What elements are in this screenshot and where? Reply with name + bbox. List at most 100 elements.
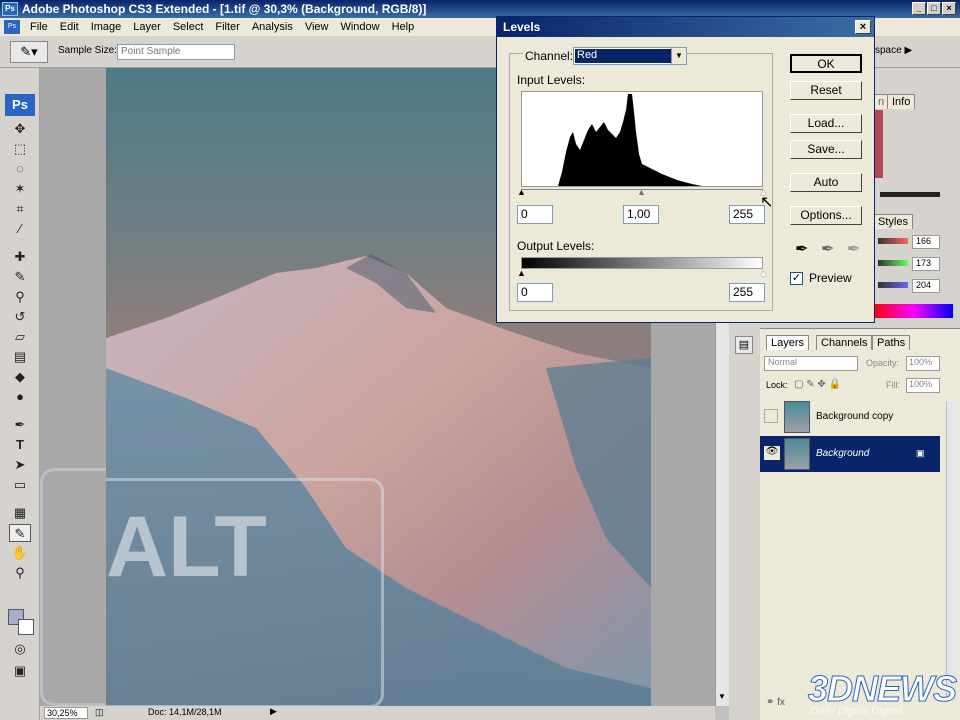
crop-tool-icon[interactable]: ⌗ xyxy=(9,200,31,218)
output-black-field[interactable]: 0 xyxy=(517,283,553,302)
scroll-down-icon[interactable]: ▼ xyxy=(718,692,726,701)
tab-info[interactable]: Info xyxy=(887,94,916,109)
maximize-button[interactable]: □ xyxy=(927,2,941,15)
watermark-subtitle: Daily Digital Digest xyxy=(810,705,903,717)
mouse-cursor-icon: ↖ xyxy=(760,194,774,211)
menu-layer[interactable]: Layer xyxy=(127,21,167,33)
menu-window[interactable]: Window xyxy=(334,21,385,33)
zoom-field[interactable]: 30,25% xyxy=(44,707,88,719)
tab-channels[interactable]: Channels xyxy=(816,335,873,350)
eraser-tool-icon[interactable]: ▱ xyxy=(9,328,31,346)
input-black-point-handle[interactable]: ▲ xyxy=(517,187,526,197)
blue-value[interactable]: 204 xyxy=(912,279,940,293)
minimize-button[interactable]: _ xyxy=(912,2,926,15)
fill-label: Fill: xyxy=(886,380,900,390)
quick-mask-icon[interactable]: ◎ xyxy=(9,640,31,658)
white-eyedropper-icon[interactable]: ✒ xyxy=(847,239,860,259)
clone-stamp-tool-icon[interactable]: ⚲ xyxy=(9,288,31,306)
eyedropper-tool-icon[interactable]: ✎ xyxy=(9,524,31,542)
black-eyedropper-icon[interactable]: ✒ xyxy=(795,239,808,259)
channel-select[interactable]: Red ▼ xyxy=(573,47,687,65)
slice-tool-icon[interactable]: ∕ xyxy=(9,220,31,238)
eye-icon[interactable]: 👁 xyxy=(764,446,780,460)
menu-image[interactable]: Image xyxy=(85,21,128,33)
menu-select[interactable]: Select xyxy=(167,21,210,33)
blur-tool-icon[interactable]: ◆ xyxy=(9,368,31,386)
tab-layers[interactable]: Layers xyxy=(766,335,810,350)
menu-help[interactable]: Help xyxy=(386,21,421,33)
lock-label: Lock: xyxy=(766,380,788,390)
pen-tool-icon[interactable]: ✒ xyxy=(9,416,31,434)
status-menu-arrow-icon[interactable]: ▶ xyxy=(270,706,277,717)
magic-wand-tool-icon[interactable]: ✶ xyxy=(9,180,31,198)
preview-checkbox[interactable]: ✓ xyxy=(790,272,803,285)
type-tool-icon[interactable]: T xyxy=(9,436,31,454)
blue-slider[interactable] xyxy=(878,282,908,288)
red-value[interactable]: 166 xyxy=(912,235,940,249)
menu-edit[interactable]: Edit xyxy=(54,21,85,33)
chevron-down-icon[interactable]: ▼ xyxy=(671,48,686,64)
tab-paths[interactable]: Paths xyxy=(872,335,911,350)
background-color-swatch[interactable] xyxy=(18,619,34,635)
healing-brush-tool-icon[interactable]: ✚ xyxy=(9,248,31,266)
output-black-handle[interactable]: ▲ xyxy=(517,268,526,278)
lasso-tool-icon[interactable]: ◌ xyxy=(9,160,31,178)
history-brush-tool-icon[interactable]: ↺ xyxy=(9,308,31,326)
output-levels-label: Output Levels: xyxy=(517,239,595,253)
red-slider[interactable] xyxy=(878,238,908,244)
auto-button[interactable]: Auto xyxy=(790,173,862,192)
layers-scrollbar[interactable] xyxy=(946,401,958,701)
path-selection-tool-icon[interactable]: ➤ xyxy=(9,456,31,474)
hand-tool-icon[interactable]: ✋ xyxy=(9,544,31,562)
menu-filter[interactable]: Filter xyxy=(209,21,245,33)
color-ramp[interactable] xyxy=(873,304,953,318)
move-tool-icon[interactable]: ✥ xyxy=(9,120,31,138)
save-button[interactable]: Save... xyxy=(790,140,862,159)
notes-tool-icon[interactable]: ▦ xyxy=(9,504,31,522)
input-gamma-handle[interactable]: ▲ xyxy=(637,187,646,197)
gray-eyedropper-icon[interactable]: ✒ xyxy=(821,239,834,259)
layer-thumbnail xyxy=(784,401,810,433)
gradient-tool-icon[interactable]: ▤ xyxy=(9,348,31,366)
opacity-field[interactable]: 100% xyxy=(906,356,940,371)
navigator-zoom-slider[interactable] xyxy=(880,192,940,197)
ok-button[interactable]: OK xyxy=(790,54,862,73)
green-value[interactable]: 173 xyxy=(912,257,940,271)
shape-tool-icon[interactable]: ▭ xyxy=(9,476,31,494)
output-white-handle[interactable]: ▲ xyxy=(759,268,768,278)
screen-mode-icon[interactable]: ▣ xyxy=(9,662,31,680)
dodge-tool-icon[interactable]: ● xyxy=(9,388,31,406)
input-black-field[interactable]: 0 xyxy=(517,205,553,224)
menu-view[interactable]: View xyxy=(299,21,335,33)
workspace-button[interactable]: space ▶ xyxy=(875,45,912,56)
zoom-tool-icon[interactable]: ⚲ xyxy=(9,564,31,582)
dialog-close-button[interactable]: × xyxy=(855,20,871,34)
options-button[interactable]: Options... xyxy=(790,206,862,225)
brush-tool-icon[interactable]: ✎ xyxy=(9,268,31,286)
input-gamma-field[interactable]: 1,00 xyxy=(623,205,659,224)
visibility-toggle[interactable] xyxy=(764,409,778,423)
output-white-field[interactable]: 255 xyxy=(729,283,765,302)
link-layers-icon[interactable]: ⚭ fx xyxy=(766,697,785,708)
channel-value: Red xyxy=(575,49,671,63)
layers-panel: Layers Channels Paths Normal Opacity: 10… xyxy=(760,328,960,720)
status-icon[interactable]: ◫ xyxy=(95,707,104,718)
layer-row-selected[interactable]: 👁 Background ▣ xyxy=(760,436,940,472)
green-slider[interactable] xyxy=(878,260,908,266)
dock-panel-icon[interactable]: ▤ xyxy=(735,336,753,354)
tab-styles[interactable]: Styles xyxy=(873,214,913,229)
marquee-tool-icon[interactable]: ⬚ xyxy=(9,140,31,158)
sample-size-select[interactable]: Point Sample xyxy=(117,44,235,60)
layer-row[interactable]: Background copy xyxy=(760,399,940,435)
reset-button[interactable]: Reset xyxy=(790,81,862,100)
document-icon[interactable]: Ps xyxy=(4,20,20,34)
fill-field[interactable]: 100% xyxy=(906,378,940,393)
menu-analysis[interactable]: Analysis xyxy=(246,21,299,33)
menu-file[interactable]: File xyxy=(24,21,54,33)
close-button[interactable]: × xyxy=(942,2,956,15)
load-button[interactable]: Load... xyxy=(790,114,862,133)
eyedropper-tool-preset-icon[interactable]: ✎▾ xyxy=(10,41,48,63)
lock-icons[interactable]: ▢ ✎ ✥ 🔒 xyxy=(794,379,841,390)
blend-mode-select[interactable]: Normal xyxy=(764,356,858,371)
levels-title: Levels × xyxy=(497,17,874,37)
